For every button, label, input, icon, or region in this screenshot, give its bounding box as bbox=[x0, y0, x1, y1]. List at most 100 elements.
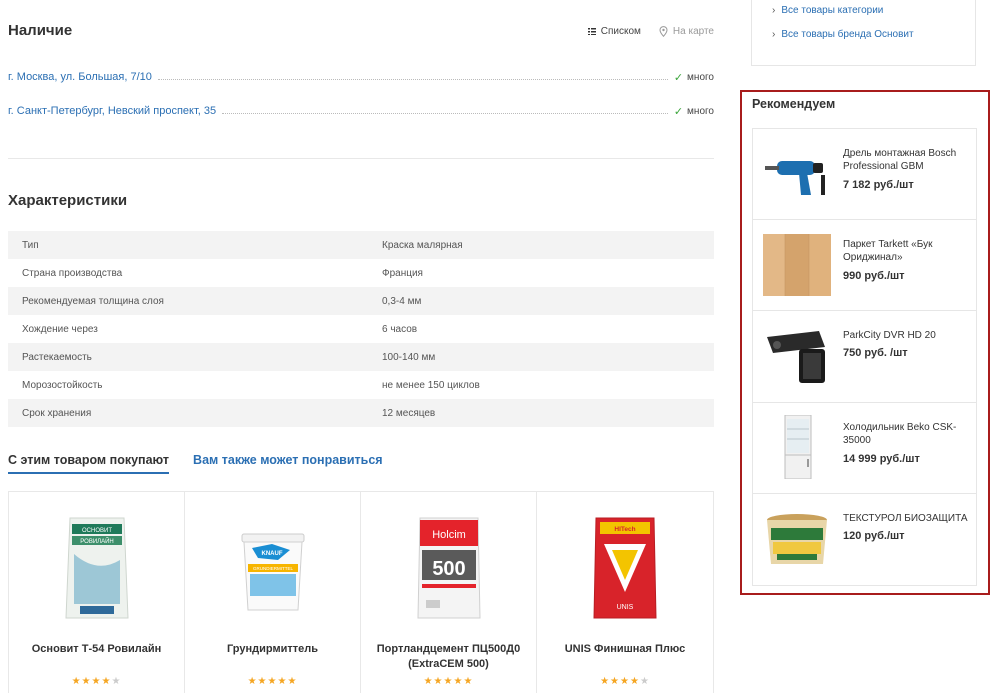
star-icon: ★ bbox=[610, 676, 621, 687]
recommendation-price: 7 182 руб./шт bbox=[843, 179, 914, 191]
paint-bucket-image bbox=[767, 514, 827, 564]
sidebar-link-label: Все товары категории bbox=[781, 5, 884, 16]
product-card[interactable]: ОСНОВИТ РОВИЛАЙН Основит Т-54 Ровилайн ★… bbox=[9, 492, 185, 693]
recommendation-price: 990 руб./шт bbox=[843, 269, 905, 282]
product-image-bag: ОСНОВИТ РОВИЛАЙН bbox=[64, 517, 129, 619]
bag-label-text: РОВИЛАЙН bbox=[80, 537, 113, 545]
dotted-leader bbox=[222, 108, 668, 114]
sidebar-links-box: › Все товары категории › Все товары брен… bbox=[751, 0, 976, 66]
list-icon bbox=[587, 28, 596, 35]
product-tabs: С этим товаром покупают Вам также может … bbox=[8, 453, 383, 474]
recommendation-item[interactable]: Дрель монтажная Bosch Professional GBM 7… bbox=[752, 128, 977, 220]
spec-value: 12 месяцев bbox=[382, 407, 436, 419]
star-icon: ★ bbox=[463, 676, 474, 687]
recommendation-price: 750 руб. /шт bbox=[843, 347, 908, 359]
spec-key: Хождение через bbox=[22, 323, 98, 335]
recommendations-box: Рекомендуем Дрель монтажная Bosch Profes… bbox=[740, 90, 990, 595]
star-icon: ★ bbox=[453, 676, 464, 687]
star-icon: ★ bbox=[287, 676, 298, 687]
view-map-label: На карте bbox=[672, 26, 714, 37]
star-icon: ★ bbox=[629, 676, 640, 687]
specs-table: Тип Краска малярная Страна производства Фр… bbox=[8, 231, 714, 427]
chevron-right-icon: › bbox=[772, 29, 776, 40]
spec-value: не менее 150 циклов bbox=[382, 379, 480, 391]
sidebar-link-brand[interactable]: › Все товары бренда Основит bbox=[772, 29, 914, 40]
recommend-title: Рекомендуем bbox=[752, 97, 836, 111]
view-map-button[interactable]: На карте bbox=[659, 26, 714, 37]
spec-row: Рекомендуемая толщина слоя 0,3-4 мм bbox=[8, 287, 714, 315]
stock-label: много bbox=[687, 71, 714, 83]
availability-title: Наличие bbox=[8, 22, 73, 39]
star-icon: ★ bbox=[277, 676, 288, 687]
recommendation-title: Паркет Tarkett «Бук Ориджинал» bbox=[843, 238, 933, 263]
recommendation-price: 120 руб./шт bbox=[843, 530, 905, 542]
recommendation-title: Дрель монтажная Bosch Professional GBM bbox=[843, 148, 957, 172]
star-icon: ★ bbox=[101, 676, 112, 687]
sidebar-link-label: Все товары бренда Основит bbox=[781, 29, 914, 40]
recommendation-title: ParkCity DVR HD 20 bbox=[843, 330, 936, 341]
product-name: Основит Т-54 Ровилайн bbox=[31, 643, 162, 655]
recommendation-item[interactable]: ТЕКСТУРОЛ БИОЗАЩИТА 120 руб./шт bbox=[752, 494, 977, 586]
tab-you-may-like[interactable]: Вам также может понравиться bbox=[193, 453, 383, 474]
spec-value: 100-140 мм bbox=[382, 351, 436, 363]
dvr-camera-image bbox=[767, 331, 825, 383]
bag-label-text: HITech bbox=[614, 526, 635, 533]
spec-row: Тип Краска малярная bbox=[8, 231, 714, 259]
star-icon: ★ bbox=[91, 676, 102, 687]
bag-brand-text: UNIS bbox=[617, 604, 634, 611]
chevron-right-icon: › bbox=[772, 5, 776, 16]
product-grid: ОСНОВИТ РОВИЛАЙН Основит Т-54 Ровилайн ★… bbox=[8, 491, 714, 693]
bag-brand-text: Holcim bbox=[432, 529, 466, 541]
product-image-cement-bag: Holcim 500 bbox=[416, 517, 481, 619]
dotted-leader bbox=[157, 74, 668, 80]
recommendation-item[interactable]: Холодильник Beko CSK-35000 14 999 руб./ш… bbox=[752, 402, 977, 494]
recommendation-title: ТЕКСТУРОЛ БИОЗАЩИТА bbox=[843, 513, 968, 524]
product-name: Портландцемент ПЦ500Д0 (ExtraCEM 500) bbox=[376, 643, 521, 670]
store-address-link[interactable]: г. Москва, ул. Большая, 7/10 bbox=[8, 71, 152, 83]
star-icon: ★ bbox=[433, 676, 444, 687]
view-list-button[interactable]: Списком bbox=[587, 26, 641, 37]
specs-title: Характеристики bbox=[8, 192, 128, 209]
rating-stars: ★★★★★ bbox=[9, 676, 184, 687]
recommendations-list: Дрель монтажная Bosch Professional GBM 7… bbox=[752, 128, 977, 586]
parquet-image bbox=[763, 233, 831, 296]
star-icon: ★ bbox=[247, 676, 258, 687]
spec-row: Страна производства Франция bbox=[8, 259, 714, 287]
star-icon: ★ bbox=[81, 676, 92, 687]
recommendation-title: Холодильник Beko CSK-35000 bbox=[843, 421, 957, 446]
spec-value: Краска малярная bbox=[382, 239, 463, 251]
spec-key: Срок хранения bbox=[22, 407, 92, 419]
star-icon: ★ bbox=[71, 676, 82, 687]
spec-value: 0,3-4 мм bbox=[382, 295, 422, 307]
bag-brand-text: ОСНОВИТ bbox=[82, 528, 112, 534]
store-row: г. Москва, ул. Большая, 7/10 ✓ много bbox=[8, 69, 714, 85]
tab-bought-together[interactable]: С этим товаром покупают bbox=[8, 453, 170, 474]
product-name: UNIS Финишная Плюс bbox=[564, 643, 686, 655]
product-card[interactable]: HITech UNIS UNIS Финишная Плюс ★★★★★ bbox=[537, 492, 713, 693]
star-icon: ★ bbox=[111, 676, 122, 687]
check-icon: ✓ bbox=[673, 71, 684, 84]
store-address-link[interactable]: г. Санкт-Петербург, Невский проспект, 35 bbox=[8, 105, 216, 117]
product-image-bucket: KNAUF GRUNDIERMITTEL bbox=[241, 533, 304, 611]
view-toggle: Списком На карте bbox=[587, 26, 714, 37]
availability-header: Наличие Списком На карте bbox=[8, 22, 714, 40]
bag-label-text: 500 bbox=[432, 558, 465, 580]
section-divider bbox=[8, 158, 714, 159]
product-card[interactable]: Holcim 500 Портландцемент ПЦ500Д0 (Extra… bbox=[361, 492, 537, 693]
spec-key: Рекомендуемая толщина слоя bbox=[22, 295, 164, 307]
recommendation-item[interactable]: Паркет Tarkett «Бук Ориджинал» 990 руб./… bbox=[752, 219, 977, 311]
recommendation-price: 14 999 руб./шт bbox=[843, 452, 920, 465]
spec-key: Морозостойкость bbox=[22, 379, 103, 391]
spec-row: Растекаемость 100-140 мм bbox=[8, 343, 714, 371]
star-icon: ★ bbox=[423, 676, 434, 687]
product-card[interactable]: KNAUF GRUNDIERMITTEL Грундирмиттель ★★★★… bbox=[185, 492, 361, 693]
star-icon: ★ bbox=[639, 676, 650, 687]
stock-label: много bbox=[687, 105, 714, 117]
view-list-label: Списком bbox=[600, 26, 641, 37]
sidebar-link-category[interactable]: › Все товары категории bbox=[772, 5, 883, 16]
star-icon: ★ bbox=[257, 676, 268, 687]
product-name: Грундирмиттель bbox=[226, 643, 318, 655]
rating-stars: ★★★★★ bbox=[185, 676, 360, 687]
recommendation-item[interactable]: ParkCity DVR HD 20 750 руб. /шт bbox=[752, 311, 977, 403]
fridge-image bbox=[784, 414, 812, 479]
